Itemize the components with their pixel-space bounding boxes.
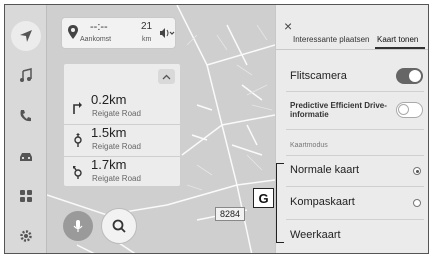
rail-vehicle-button[interactable] xyxy=(11,141,41,171)
row-divider xyxy=(286,186,424,187)
eta-time: --:-- xyxy=(90,21,108,33)
map-settings-panel: × Interessante plaatsen Kaart tonen Flit… xyxy=(275,5,428,253)
rail-settings-button[interactable] xyxy=(11,221,41,251)
phone-icon xyxy=(20,110,31,122)
turn-road: Reigate Road xyxy=(92,174,141,183)
row-divider xyxy=(286,91,424,92)
eta-card[interactable]: --:-- Aankomst 21 km xyxy=(61,17,176,49)
toggle-knob xyxy=(398,104,409,115)
microphone-icon xyxy=(73,220,83,232)
volume-dropdown-icon[interactable] xyxy=(159,27,175,39)
speed-camera-label: Flitscamera xyxy=(290,70,347,82)
remaining-distance: 21 xyxy=(141,21,153,32)
turn-road: Reigate Road xyxy=(92,109,141,118)
turn-distance: 0.2km xyxy=(91,92,127,107)
car-icon xyxy=(20,153,32,161)
settings-gear-icon xyxy=(20,230,32,242)
row-divider xyxy=(286,155,424,156)
turn-item[interactable]: 1.5km Reigate Road xyxy=(64,124,182,156)
tab-points-of-interest[interactable]: Interessante plaatsen xyxy=(293,35,370,44)
search-button[interactable] xyxy=(101,208,137,244)
road-number-label: 8284 xyxy=(215,207,245,221)
pedi-label-line1: Predictive Efficient Drive- xyxy=(290,101,387,110)
voice-button[interactable] xyxy=(63,211,93,241)
music-note-icon xyxy=(20,68,32,82)
chevron-up-icon xyxy=(162,74,171,79)
turn-distance: 1.7km xyxy=(91,157,127,172)
roundabout-icon xyxy=(74,133,82,147)
rail-music-button[interactable] xyxy=(11,61,41,91)
turn-distance: 1.5km xyxy=(91,125,127,140)
rail-navigation-button[interactable] xyxy=(11,21,41,51)
callout-bracket xyxy=(276,163,284,243)
speed-camera-toggle[interactable] xyxy=(396,68,423,84)
radio-compass-map[interactable] xyxy=(413,199,421,207)
distance-unit: km xyxy=(142,36,152,43)
toggle-knob xyxy=(409,70,421,82)
map-mode-option-compass[interactable]: Kompaskaart xyxy=(290,196,355,208)
map-mode-title: Kaartmodus xyxy=(290,142,328,149)
row-divider xyxy=(286,129,424,130)
collapse-list-button[interactable] xyxy=(158,69,175,84)
turn-item[interactable]: 0.2km Reigate Road xyxy=(64,92,182,124)
turn-right-icon xyxy=(73,102,82,114)
turn-item[interactable]: 1.7km Reigate Road xyxy=(64,156,182,188)
search-icon xyxy=(112,219,126,233)
left-rail xyxy=(5,5,47,253)
pedi-label-line2: informatie xyxy=(290,110,329,119)
map-view[interactable]: --:-- Aankomst 21 km 0.2km Reigate Road … xyxy=(47,5,275,253)
turn-left-roundabout-icon xyxy=(73,166,82,179)
row-divider xyxy=(286,219,424,220)
pedi-toggle[interactable] xyxy=(396,102,423,118)
turn-road: Reigate Road xyxy=(92,142,141,151)
tabs-divider xyxy=(276,49,428,50)
callout-marker: G xyxy=(253,188,274,208)
location-pin-icon xyxy=(68,25,78,39)
turn-list-panel: 0.2km Reigate Road 1.5km Reigate Road 1.… xyxy=(63,63,182,188)
arrival-label: Aankomst xyxy=(80,36,112,43)
rail-phone-button[interactable] xyxy=(11,101,41,131)
close-button[interactable]: × xyxy=(284,19,292,33)
radio-normal-map[interactable] xyxy=(413,167,421,175)
navigation-arrow-icon xyxy=(20,30,32,42)
rail-apps-button[interactable] xyxy=(11,181,41,211)
tab-show-map[interactable]: Kaart tonen xyxy=(377,35,418,44)
map-mode-option-weather[interactable]: Weerkaart xyxy=(290,229,341,241)
map-mode-option-normal[interactable]: Normale kaart xyxy=(290,164,359,176)
screen-frame: --:-- Aankomst 21 km 0.2km Reigate Road … xyxy=(4,4,429,254)
apps-grid-icon xyxy=(20,190,32,202)
